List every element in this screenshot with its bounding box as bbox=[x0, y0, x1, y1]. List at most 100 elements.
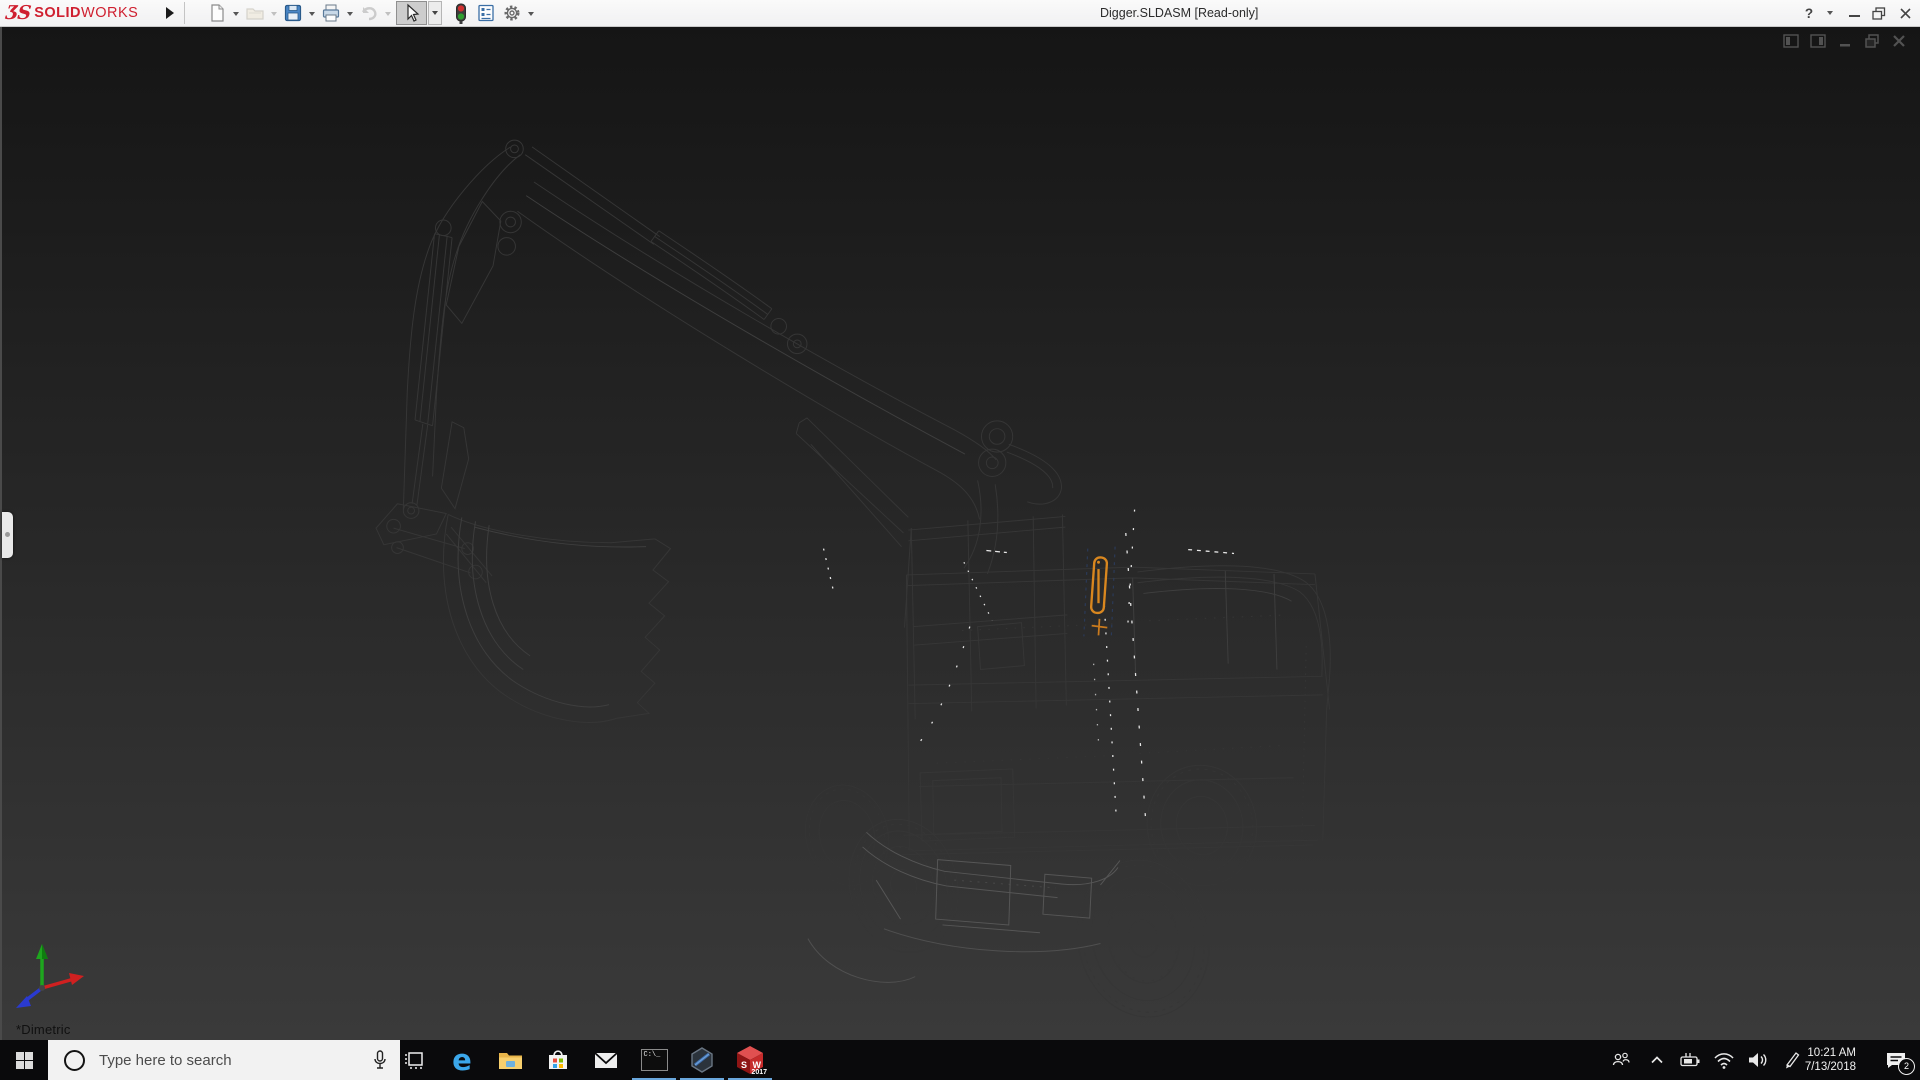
edrawings-button[interactable] bbox=[678, 1040, 726, 1080]
power-plugged-icon bbox=[1680, 1053, 1700, 1067]
document-close-button[interactable] bbox=[1890, 32, 1908, 50]
select-tool-button[interactable] bbox=[396, 1, 427, 25]
select-tool-dropdown[interactable] bbox=[428, 1, 442, 25]
mail-icon bbox=[594, 1052, 618, 1068]
tray-overflow-button[interactable] bbox=[1642, 1040, 1672, 1080]
print-button[interactable] bbox=[319, 2, 343, 24]
task-view-icon bbox=[405, 1052, 423, 1069]
undo-dropdown[interactable] bbox=[383, 10, 393, 18]
search-placeholder-text: Type here to search bbox=[99, 1051, 232, 1069]
graphics-area[interactable]: *Dimetric bbox=[0, 26, 1920, 1040]
power-tray-button[interactable] bbox=[1674, 1040, 1706, 1080]
undo-icon bbox=[361, 7, 377, 21]
digger-wireframe-model bbox=[375, 139, 1331, 1018]
pane-right-icon bbox=[1810, 34, 1826, 48]
people-tray-button[interactable] bbox=[1604, 1040, 1638, 1080]
selected-component-highlight bbox=[1089, 556, 1109, 636]
windows-taskbar: Type here to search e C:\_ S W 2017 10:2… bbox=[0, 1040, 1920, 1080]
solidworks-taskbar-button[interactable]: S W 2017 bbox=[726, 1040, 774, 1080]
undo-button[interactable] bbox=[357, 2, 381, 24]
select-cursor-icon bbox=[406, 3, 419, 22]
new-document-button[interactable] bbox=[205, 2, 229, 24]
edrawings-hexagon-icon bbox=[691, 1047, 713, 1073]
people-icon bbox=[1612, 1052, 1630, 1066]
close-icon bbox=[1899, 7, 1911, 19]
volume-tray-button[interactable] bbox=[1742, 1040, 1774, 1080]
document-minimize-icon bbox=[1840, 44, 1850, 47]
command-prompt-icon: C:\_ bbox=[640, 1049, 668, 1071]
solidworks-logo: ƷS SOLIDWORKS bbox=[4, 1, 138, 25]
file-properties-button[interactable] bbox=[474, 2, 498, 24]
store-icon bbox=[549, 1050, 567, 1069]
file-explorer-icon bbox=[498, 1053, 522, 1069]
open-button[interactable] bbox=[243, 2, 267, 24]
close-button[interactable] bbox=[1894, 0, 1916, 26]
edge-icon: e bbox=[452, 1043, 472, 1077]
help-dropdown[interactable] bbox=[1824, 0, 1836, 26]
file-explorer-button[interactable] bbox=[486, 1040, 534, 1080]
start-button[interactable] bbox=[0, 1040, 48, 1080]
sw-year-label: 2017 bbox=[751, 1069, 767, 1076]
windows-logo-icon bbox=[15, 1051, 33, 1069]
print-dropdown[interactable] bbox=[345, 10, 355, 18]
solidworks-brand-text: SOLIDWORKS bbox=[34, 5, 138, 21]
cortana-icon bbox=[64, 1049, 85, 1071]
volume-icon bbox=[1749, 1053, 1767, 1067]
chevron-up-icon bbox=[1651, 1056, 1663, 1064]
save-floppy-icon bbox=[284, 4, 302, 22]
print-icon bbox=[322, 4, 340, 22]
document-window-controls bbox=[1782, 32, 1908, 50]
rebuild-button[interactable] bbox=[449, 2, 473, 24]
display-pane-right-toggle[interactable] bbox=[1809, 32, 1827, 50]
restore-button[interactable] bbox=[1868, 0, 1890, 26]
clock-time: 10:21 AM bbox=[1807, 1047, 1856, 1059]
feature-manager-collapsed-tab[interactable] bbox=[2, 512, 13, 558]
splitter-handle-icon bbox=[5, 532, 10, 537]
rebuild-traffic-light-icon bbox=[456, 3, 466, 24]
brand-light: WORKS bbox=[81, 5, 139, 21]
options-button[interactable] bbox=[500, 2, 524, 24]
wifi-icon bbox=[1714, 1053, 1734, 1069]
file-properties-icon bbox=[478, 4, 494, 22]
solidworks-app-icon: S W 2017 bbox=[735, 1045, 767, 1076]
task-view-button[interactable] bbox=[390, 1040, 438, 1080]
minimize-button[interactable] bbox=[1844, 0, 1864, 26]
wifi-tray-button[interactable] bbox=[1708, 1040, 1740, 1080]
new-document-dropdown[interactable] bbox=[231, 10, 241, 18]
toolbar-separator bbox=[184, 2, 185, 24]
solidworks-window: ƷS SOLIDWORKS Digger.SLDASM [Read-only] … bbox=[0, 0, 1920, 1080]
microphone-icon[interactable] bbox=[372, 1049, 388, 1071]
action-center-button[interactable]: 2 bbox=[1876, 1040, 1916, 1080]
document-restore-icon bbox=[1865, 34, 1879, 48]
open-dropdown[interactable] bbox=[269, 10, 279, 18]
title-toolbar: ƷS SOLIDWORKS Digger.SLDASM [Read-only] … bbox=[0, 0, 1920, 27]
document-title: Digger.SLDASM [Read-only] bbox=[1100, 6, 1259, 20]
options-gear-icon bbox=[504, 5, 520, 21]
orientation-triad bbox=[16, 944, 84, 1008]
clock-tray-button[interactable]: 10:21 AM 7/13/2018 bbox=[1800, 1040, 1862, 1080]
document-close-icon bbox=[1893, 35, 1905, 47]
document-minimize-button[interactable] bbox=[1836, 32, 1854, 50]
pen-icon bbox=[1786, 1052, 1800, 1069]
display-pane-left-toggle[interactable] bbox=[1782, 32, 1800, 50]
edge-browser-button[interactable]: e bbox=[438, 1040, 486, 1080]
clock-date: 7/13/2018 bbox=[1804, 1061, 1856, 1073]
notification-badge: 2 bbox=[1898, 1058, 1915, 1075]
save-dropdown[interactable] bbox=[307, 10, 317, 18]
menu-expand-button[interactable] bbox=[162, 4, 178, 22]
svg-text:S: S bbox=[741, 1060, 747, 1070]
restore-icon bbox=[1872, 6, 1886, 20]
options-dropdown[interactable] bbox=[526, 10, 536, 18]
taskbar-search[interactable]: Type here to search bbox=[48, 1040, 400, 1080]
open-folder-icon bbox=[246, 8, 264, 20]
new-document-icon bbox=[211, 4, 224, 22]
mail-button[interactable] bbox=[582, 1040, 630, 1080]
ds-logo-mark-icon: ƷS bbox=[4, 2, 32, 24]
document-restore-button[interactable] bbox=[1863, 32, 1881, 50]
brand-bold: SOLID bbox=[34, 5, 82, 21]
help-button[interactable]: ? bbox=[1800, 0, 1818, 26]
store-button[interactable] bbox=[534, 1040, 582, 1080]
command-prompt-button[interactable]: C:\_ bbox=[630, 1040, 678, 1080]
save-button[interactable] bbox=[281, 2, 305, 24]
minimize-icon bbox=[1848, 15, 1860, 17]
